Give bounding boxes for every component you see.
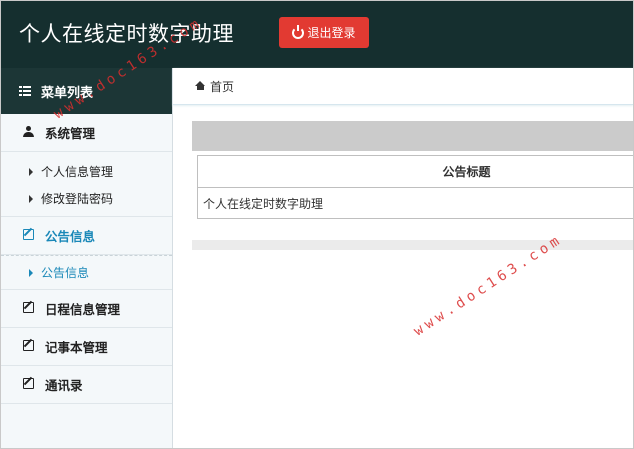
- sidebar-group-label: 系统管理: [45, 126, 96, 141]
- sidebar-group-label: 公告信息: [45, 229, 96, 244]
- sidebar-group-schedule[interactable]: 日程信息管理: [1, 290, 172, 328]
- table-header-row: 公告标题: [197, 155, 633, 188]
- sidebar-group-notebook[interactable]: 记事本管理: [1, 328, 172, 366]
- caret-right-icon: [29, 167, 33, 176]
- sidebar-item-label: 修改登陆密码: [41, 192, 114, 206]
- logout-label: 退出登录: [307, 26, 356, 40]
- sidebar: 菜单列表 系统管理 个人信息管理 修改登陆密码 公告信息 公告信息 日程信息管理…: [1, 68, 173, 448]
- main-content: 首页 公告标题 个人在线定时数字助理: [173, 68, 633, 448]
- user-icon: [21, 125, 35, 140]
- table-row[interactable]: 个人在线定时数字助理: [197, 187, 633, 219]
- sidebar-group-label: 通讯录: [45, 378, 83, 393]
- sidebar-item-label: 个人信息管理: [41, 165, 114, 179]
- panel-footer: [192, 240, 633, 250]
- edit-icon: [21, 339, 35, 354]
- app-window: 个人在线定时数字助理 退出登录 菜单列表 系统管理 个人信息管理 修改登陆密码: [0, 0, 634, 449]
- list-icon: [19, 86, 31, 96]
- caret-right-icon: [29, 268, 33, 277]
- announcement-table: 公告标题 个人在线定时数字助理: [197, 155, 633, 219]
- breadcrumb-home[interactable]: 首页: [210, 78, 234, 95]
- breadcrumb: 首页: [173, 68, 633, 105]
- sidebar-group-announcements[interactable]: 公告信息: [1, 217, 172, 255]
- sidebar-group-label: 记事本管理: [45, 340, 108, 355]
- sidebar-submenu-announcements: 公告信息: [1, 255, 172, 290]
- sidebar-submenu-system: 个人信息管理 修改登陆密码: [1, 152, 172, 217]
- sidebar-item-profile[interactable]: 个人信息管理: [1, 158, 172, 185]
- edit-icon: [21, 301, 35, 316]
- sidebar-group-system[interactable]: 系统管理: [1, 114, 172, 152]
- top-bar: 个人在线定时数字助理 退出登录: [1, 1, 633, 68]
- edit-icon: [21, 377, 35, 392]
- edit-icon: [21, 228, 35, 243]
- table-cell-title[interactable]: 个人在线定时数字助理: [197, 187, 633, 219]
- logout-button[interactable]: 退出登录: [279, 17, 369, 48]
- caret-right-icon: [29, 194, 33, 203]
- sidebar-item-label: 公告信息: [41, 266, 90, 280]
- sidebar-item-announcements[interactable]: 公告信息: [1, 256, 172, 289]
- panel-header: [192, 121, 633, 151]
- sidebar-item-change-password[interactable]: 修改登陆密码: [1, 185, 172, 212]
- sidebar-group-contacts[interactable]: 通讯录: [1, 366, 172, 404]
- sidebar-group-label: 日程信息管理: [45, 302, 121, 317]
- power-icon: [292, 24, 305, 39]
- column-header-title: 公告标题: [197, 155, 633, 188]
- home-icon: [195, 80, 205, 90]
